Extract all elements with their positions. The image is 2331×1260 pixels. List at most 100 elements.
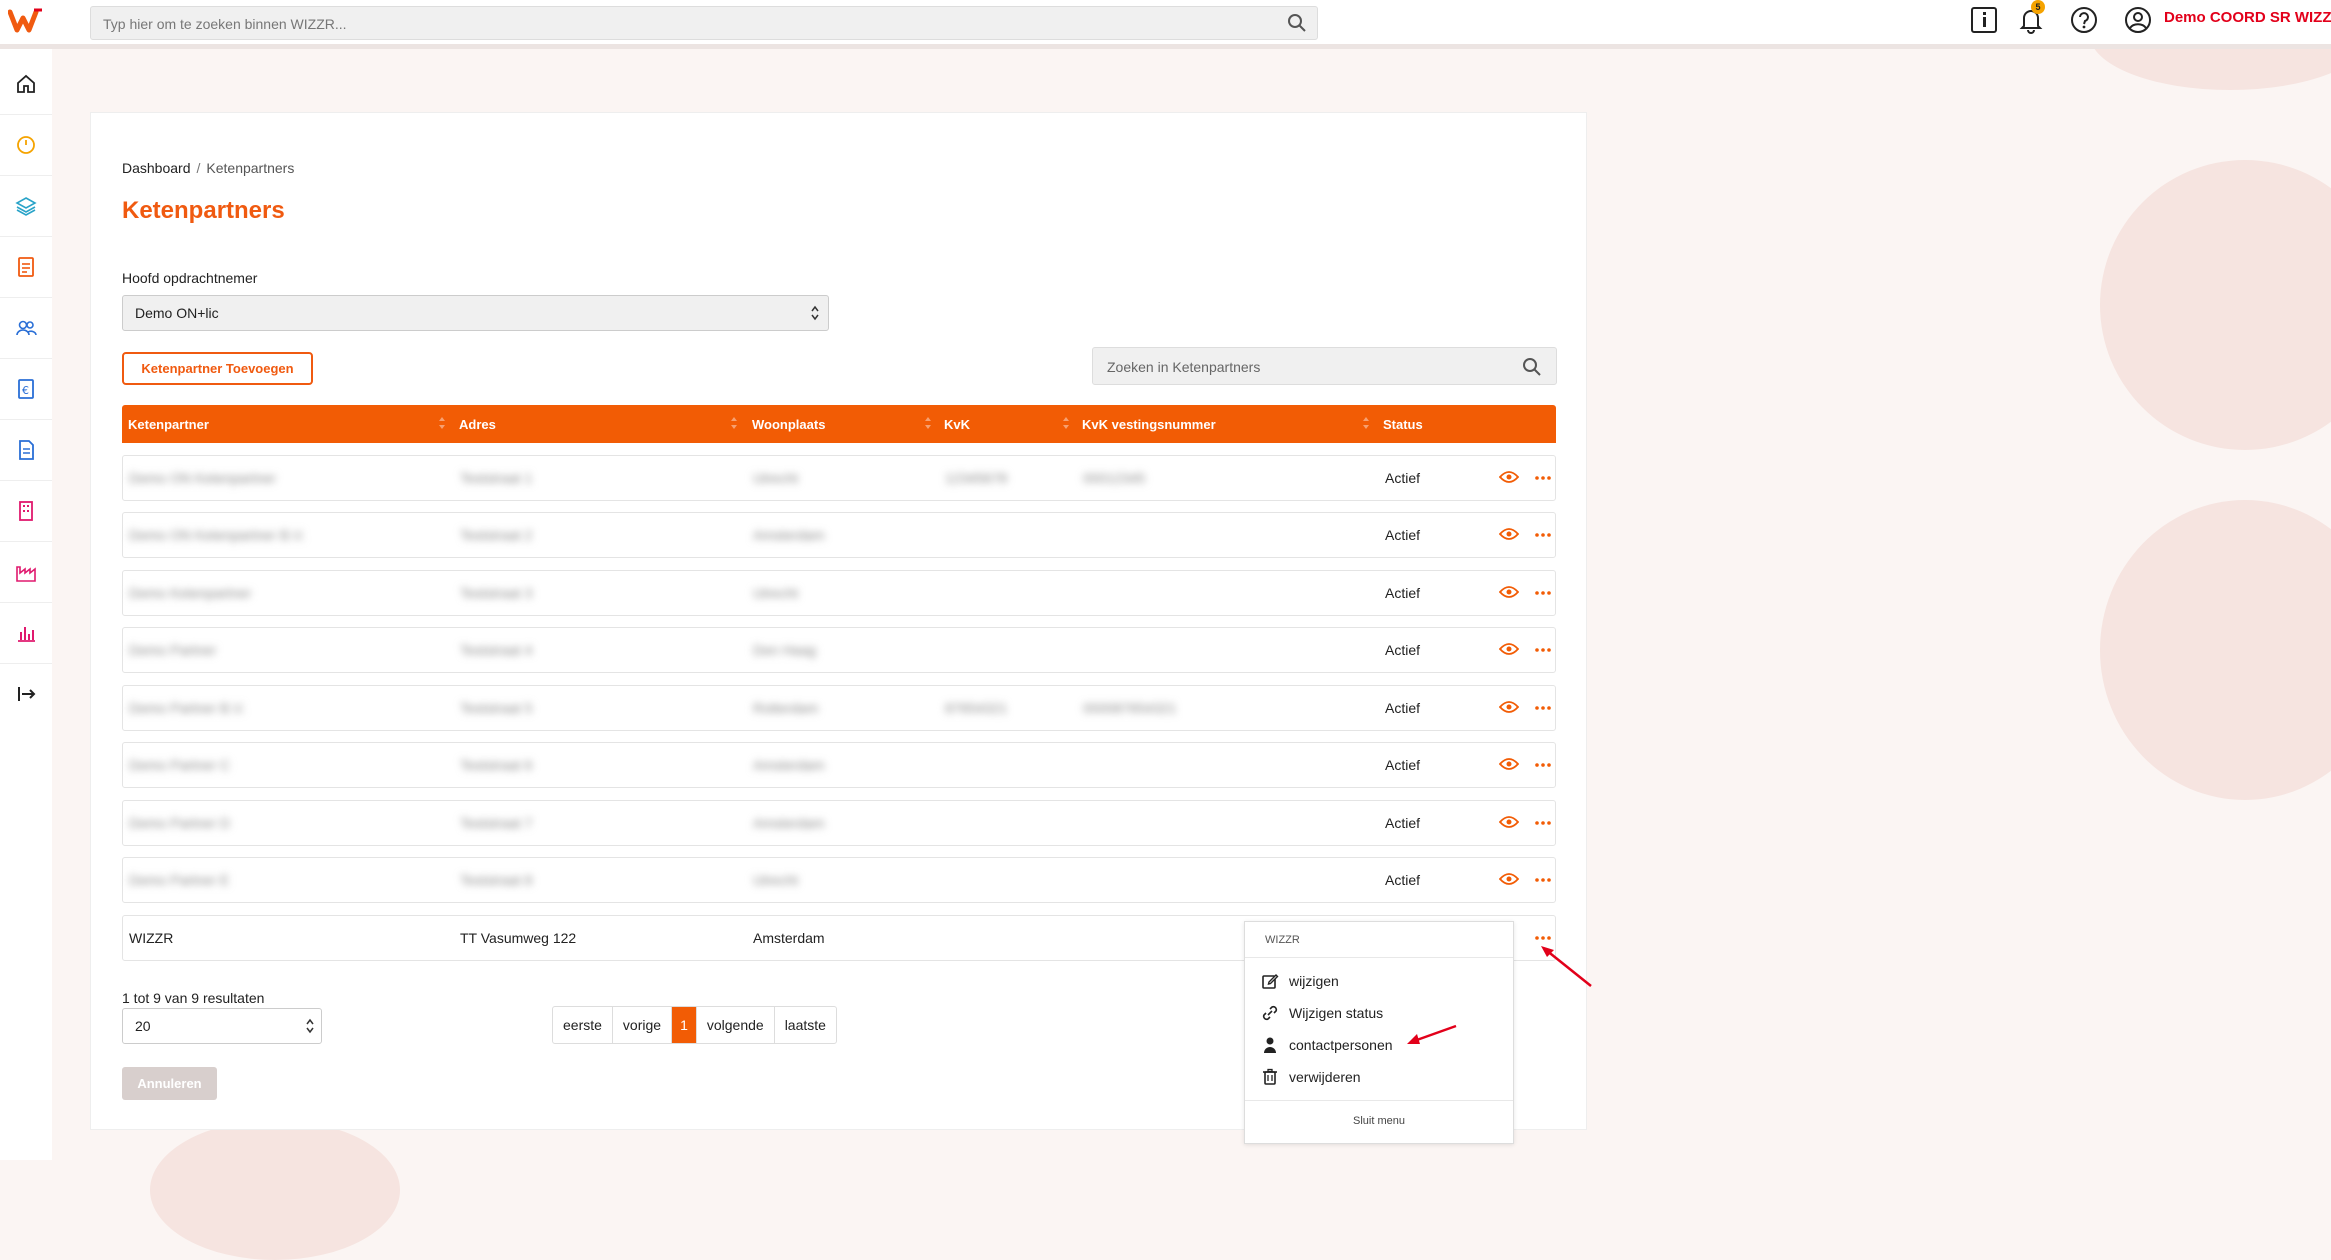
add-ketenpartner-button[interactable]: Ketenpartner Toevoegen [122, 352, 313, 385]
more-actions-icon[interactable] [1534, 815, 1552, 829]
table-row[interactable]: Demo ON Ketenpartner Teststraat 1 Utrech… [122, 455, 1556, 501]
pagination-previous[interactable]: vorige [613, 1007, 673, 1043]
close-menu-button[interactable]: Sluit menu [1245, 1100, 1513, 1143]
sidebar-item-documents[interactable] [0, 420, 52, 481]
cell-woonplaats: Amsterdam [753, 757, 825, 773]
search-icon[interactable] [1287, 13, 1307, 33]
more-actions-icon[interactable] [1534, 527, 1552, 541]
sidebar-item-home[interactable] [0, 54, 52, 115]
context-menu-header: WIZZR [1245, 922, 1513, 958]
view-eye-icon[interactable] [1499, 642, 1519, 656]
pagination-next[interactable]: volgende [697, 1007, 775, 1043]
menu-item-wijzigen-status[interactable]: Wijzigen status [1245, 997, 1513, 1027]
user-circle-icon[interactable] [2122, 4, 2154, 36]
more-actions-icon[interactable] [1534, 470, 1552, 484]
sidebar: € [0, 49, 52, 1160]
sort-icon[interactable] [1362, 416, 1370, 430]
view-eye-icon[interactable] [1499, 585, 1519, 599]
table-row[interactable]: Demo Partner B.V. Teststraat 5 Rotterdam… [122, 685, 1556, 731]
view-eye-icon[interactable] [1499, 470, 1519, 484]
column-header-adres[interactable]: Adres [459, 417, 496, 432]
cell-ketenpartner: Demo Ketenpartner [129, 585, 252, 601]
layers-icon [15, 197, 37, 216]
info-icon[interactable] [1968, 4, 2000, 36]
view-eye-icon[interactable] [1499, 872, 1519, 886]
search-icon[interactable] [1522, 357, 1542, 377]
pagination: eerste vorige 1 volgende laatste [552, 1006, 837, 1044]
select-arrows-icon [811, 305, 819, 321]
column-header-ketenpartner[interactable]: Ketenpartner [128, 417, 209, 432]
menu-item-wijzigen[interactable]: wijzigen [1245, 965, 1513, 995]
cell-ketenpartner: Demo Partner C [129, 757, 231, 773]
view-eye-icon[interactable] [1499, 815, 1519, 829]
user-name[interactable]: Demo COORD SR WIZZR [2164, 9, 2331, 26]
cancel-button[interactable]: Annuleren [122, 1067, 217, 1100]
sidebar-item-reports[interactable] [0, 603, 52, 664]
hoofd-opdrachtnemer-select[interactable]: Demo ON+lic [122, 295, 829, 331]
sort-icon[interactable] [1062, 416, 1070, 430]
sidebar-item-layers[interactable] [0, 176, 52, 237]
cell-status: Actief [1385, 642, 1421, 658]
column-header-status[interactable]: Status [1383, 417, 1423, 432]
pagination-first[interactable]: eerste [553, 1007, 613, 1043]
sidebar-item-checklist[interactable] [0, 237, 52, 298]
sidebar-item-logout[interactable] [0, 664, 52, 724]
table-row[interactable]: Demo ON Ketenpartner B.V. Teststraat 2 A… [122, 512, 1556, 558]
more-actions-icon[interactable] [1534, 585, 1552, 599]
menu-item-label: contactpersonen [1289, 1037, 1393, 1053]
table-search-input[interactable] [1105, 348, 1509, 386]
table-row[interactable]: Demo Partner Teststraat 4 Den Haag Actie… [122, 627, 1556, 673]
annotation-arrow [1407, 1024, 1457, 1044]
cell-adres: Teststraat 1 [460, 470, 533, 486]
global-search-input[interactable] [101, 7, 1275, 41]
result-count: 1 tot 9 van 9 resultaten [122, 990, 265, 1006]
cell-adres: Teststraat 7 [460, 815, 533, 831]
view-eye-icon[interactable] [1499, 700, 1519, 714]
cell-status: Actief [1385, 585, 1421, 601]
cell-woonplaats: Amsterdam [753, 815, 825, 831]
sidebar-item-buildings[interactable] [0, 481, 52, 542]
view-eye-icon[interactable] [1499, 757, 1519, 771]
sidebar-item-users[interactable] [0, 298, 52, 359]
table-row[interactable]: Demo Ketenpartner Teststraat 3 Utrecht A… [122, 570, 1556, 616]
breadcrumb-separator: / [196, 160, 201, 176]
table-row[interactable]: Demo Partner C Teststraat 6 Amsterdam Ac… [122, 742, 1556, 788]
cell-ketenpartner: WIZZR [129, 930, 174, 946]
cell-status: Actief [1385, 470, 1421, 486]
column-header-kvk[interactable]: KvK [944, 417, 970, 432]
edit-icon [1262, 974, 1279, 989]
table-row[interactable]: Demo Partner D Teststraat 7 Amsterdam Ac… [122, 800, 1556, 846]
breadcrumb-dashboard-link[interactable]: Dashboard [122, 160, 191, 176]
cell-woonplaats: Amsterdam [753, 527, 825, 543]
sort-icon[interactable] [730, 416, 738, 430]
view-eye-icon[interactable] [1499, 527, 1519, 541]
sidebar-item-dashboard[interactable] [0, 115, 52, 176]
more-actions-icon[interactable] [1534, 642, 1552, 656]
cell-adres: Teststraat 2 [460, 527, 533, 543]
menu-item-contactpersonen[interactable]: contactpersonen [1245, 1029, 1513, 1059]
column-header-kvk-vestingsnummer[interactable]: KvK vestingsnummer [1082, 417, 1216, 432]
menu-item-verwijderen[interactable]: verwijderen [1245, 1061, 1513, 1091]
select-value: Demo ON+lic [135, 305, 219, 321]
help-icon[interactable] [2068, 4, 2100, 36]
more-actions-icon[interactable] [1534, 700, 1552, 714]
factory-icon [16, 566, 36, 582]
person-icon [1264, 1037, 1276, 1053]
menu-item-label: wijzigen [1289, 973, 1339, 989]
more-actions-icon[interactable] [1534, 930, 1552, 944]
svg-text:€: € [22, 384, 29, 397]
sort-icon[interactable] [438, 416, 446, 430]
table-row[interactable]: Demo Partner E Teststraat 8 Utrecht Acti… [122, 857, 1556, 903]
more-actions-icon[interactable] [1534, 872, 1552, 886]
wizzr-logo[interactable] [7, 6, 44, 34]
cell-kvk-vestingsnummer: 000087654321 [1083, 700, 1177, 716]
sidebar-item-finance[interactable]: € [0, 359, 52, 420]
page-size-select[interactable]: 20 [122, 1008, 322, 1044]
sidebar-item-factory[interactable] [0, 542, 52, 603]
column-header-woonplaats[interactable]: Woonplaats [752, 417, 825, 432]
pagination-last[interactable]: laatste [775, 1007, 836, 1043]
top-bar: 5 Demo COORD SR WIZZR [0, 0, 2331, 49]
more-actions-icon[interactable] [1534, 757, 1552, 771]
sort-icon[interactable] [924, 416, 932, 430]
pagination-current-page[interactable]: 1 [672, 1007, 697, 1043]
